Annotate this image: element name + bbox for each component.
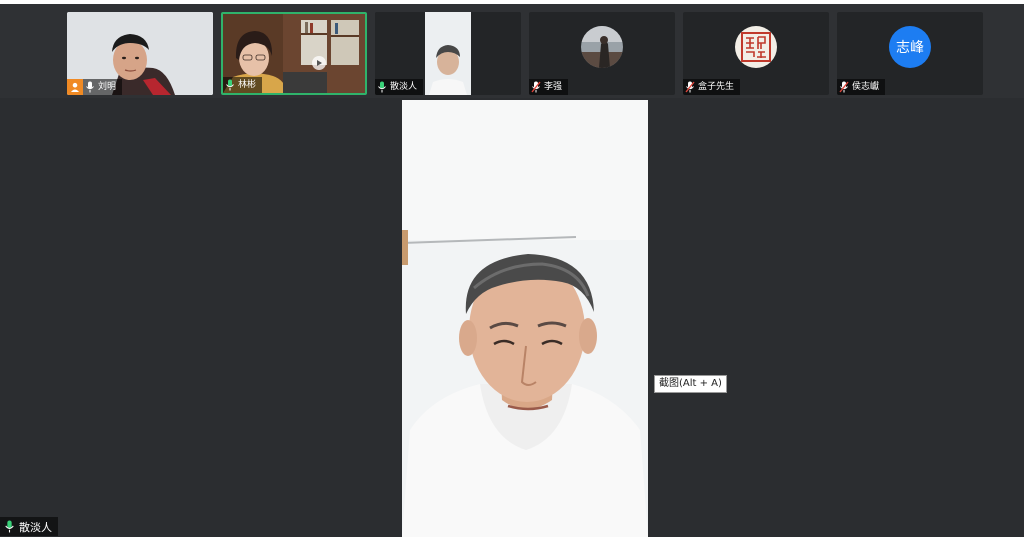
participant-name: 刘明 <box>98 82 117 92</box>
mic-muted-icon <box>531 81 541 93</box>
participant-name-tag: 林彬 <box>223 77 263 93</box>
mic-muted-icon <box>685 81 695 93</box>
participant-tile-5[interactable]: 盒子先生 <box>683 12 829 95</box>
participant-tile-6[interactable]: 志峰 侯志巘 <box>837 12 983 95</box>
participant-tile-2[interactable]: 林彬 <box>221 12 367 95</box>
participant-strip: 刘明 林彬 散淡人 李强 盒子先生 志峰 侯志巘 <box>0 4 1024 98</box>
avatar-text: 志峰 <box>889 26 931 68</box>
participant-name: 林彬 <box>238 80 257 90</box>
participant-name: 侯志巘 <box>852 82 880 92</box>
participant-tile-4[interactable]: 李强 <box>529 12 675 95</box>
main-speaker-name: 散淡人 <box>19 520 52 534</box>
participant-tile-3[interactable]: 散淡人 <box>375 12 521 95</box>
mic-active-icon <box>5 520 14 533</box>
avatar-photo <box>581 26 623 68</box>
participant-name: 散淡人 <box>390 82 418 92</box>
mic-icon <box>86 81 94 93</box>
main-speaker-name-tag: 散淡人 <box>0 517 58 536</box>
mic-muted-icon <box>839 81 849 93</box>
participant-name-tag: 盒子先生 <box>683 79 741 95</box>
avatar-seal <box>735 26 777 68</box>
participant-name-tag: 李强 <box>529 79 569 95</box>
participant-name-tag: 侯志巘 <box>837 79 886 95</box>
participant-name-tag: 散淡人 <box>375 79 424 95</box>
mic-active-icon <box>378 81 386 93</box>
screenshot-tooltip: 截图(Alt + A) <box>654 375 727 393</box>
mic-active-icon <box>226 79 234 91</box>
participant-name: 盒子先生 <box>698 82 735 92</box>
host-badge-icon <box>67 79 83 95</box>
main-speaker-video[interactable] <box>402 100 648 537</box>
speaker-video-frame <box>402 100 648 537</box>
participant-name: 李强 <box>544 82 563 92</box>
participant-name-tag: 刘明 <box>83 79 123 95</box>
participant-tile-1[interactable]: 刘明 <box>67 12 213 95</box>
